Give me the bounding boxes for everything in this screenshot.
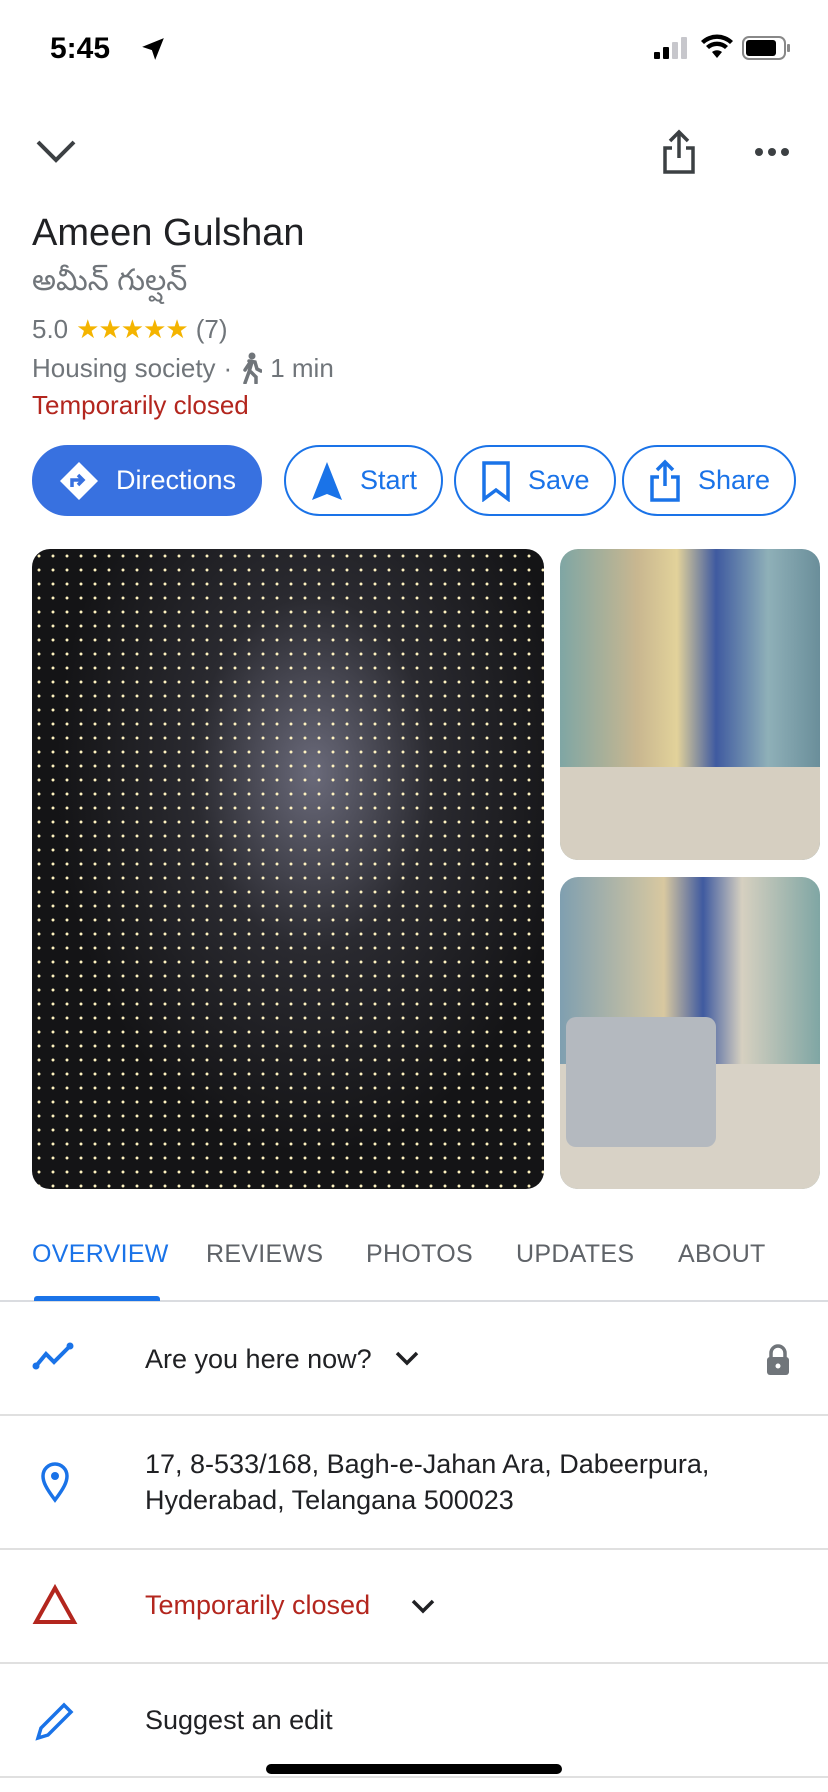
- save-button[interactable]: Save: [454, 445, 616, 516]
- photo-street-car[interactable]: [560, 877, 820, 1189]
- chevron-down-icon[interactable]: [410, 1598, 436, 1616]
- more-options-icon[interactable]: [754, 144, 790, 160]
- place-local-name: అమీన్ గుల్షన్: [32, 264, 188, 297]
- save-label: Save: [528, 465, 590, 495]
- address-line-1: 17, 8-533/168, Bagh-e-Jahan Ara, Dabeerp…: [145, 1449, 710, 1479]
- closed-label: Temporarily closed: [145, 1590, 371, 1620]
- are-you-here-label: Are you here now?: [145, 1344, 372, 1374]
- directions-icon: [60, 461, 98, 500]
- share-button[interactable]: Share: [622, 445, 797, 516]
- address-row[interactable]: 17, 8-533/168, Bagh-e-Jahan Ara, Dabeerp…: [0, 1416, 828, 1550]
- temporarily-closed-row[interactable]: Temporarily closed: [0, 1550, 828, 1664]
- wifi-icon: [701, 34, 733, 58]
- share-label: Share: [698, 465, 771, 495]
- status-time: 5:45: [50, 32, 111, 65]
- location-arrow-icon: [142, 38, 164, 60]
- battery-icon: [742, 36, 790, 60]
- cellular-signal-icon: [654, 37, 687, 59]
- location-pin-icon: [41, 1462, 69, 1503]
- tab-bar: OVERVIEW REVIEWS PHOTOS UPDATES ABOUT: [0, 1230, 828, 1302]
- share-icon: [650, 459, 680, 502]
- directions-button[interactable]: Directions: [32, 445, 263, 516]
- rating-value: 5.0: [32, 314, 69, 344]
- closed-status: Temporarily closed: [32, 390, 249, 420]
- home-indicator[interactable]: [266, 1764, 562, 1774]
- tab-photos[interactable]: PHOTOS: [366, 1240, 473, 1269]
- category: Housing society: [32, 352, 216, 383]
- collapse-chevron-icon[interactable]: [34, 136, 78, 166]
- pencil-edit-icon: [35, 1702, 74, 1741]
- address-line-2: Hyderabad, Telangana 500023: [145, 1485, 514, 1515]
- category-row: Housing society · 1 min: [32, 352, 334, 384]
- tab-overview[interactable]: OVERVIEW: [32, 1240, 169, 1269]
- tab-about[interactable]: ABOUT: [678, 1240, 766, 1269]
- activity-trend-icon: [32, 1342, 74, 1370]
- separator: ·: [223, 352, 233, 383]
- chevron-down-icon[interactable]: [394, 1350, 420, 1368]
- start-label: Start: [360, 465, 418, 495]
- active-tab-indicator: [34, 1296, 160, 1301]
- photo-main-night-lights[interactable]: [32, 549, 544, 1189]
- lock-icon: [767, 1344, 789, 1375]
- share-icon[interactable]: [660, 128, 698, 176]
- directions-label: Directions: [116, 465, 237, 495]
- are-you-here-row[interactable]: Are you here now?: [0, 1302, 828, 1416]
- review-count: (7): [195, 314, 228, 344]
- suggest-edit-row[interactable]: Suggest an edit: [0, 1664, 828, 1778]
- walk-time: 1 min: [270, 352, 334, 383]
- photo-street-day[interactable]: [560, 549, 820, 860]
- place-title: Ameen Gulshan: [32, 212, 305, 254]
- bookmark-icon: [482, 460, 510, 502]
- star-rating-icon: ★★★★★: [76, 314, 189, 344]
- navigation-arrow-icon: [312, 461, 342, 500]
- tab-reviews[interactable]: REVIEWS: [206, 1240, 323, 1269]
- rating-row[interactable]: 5.0 ★★★★★ (7): [32, 314, 227, 345]
- suggest-edit-label: Suggest an edit: [145, 1705, 333, 1735]
- tab-updates[interactable]: UPDATES: [516, 1240, 634, 1269]
- warning-triangle-icon: [32, 1583, 78, 1624]
- walking-icon: [243, 352, 263, 384]
- start-button[interactable]: Start: [284, 445, 444, 516]
